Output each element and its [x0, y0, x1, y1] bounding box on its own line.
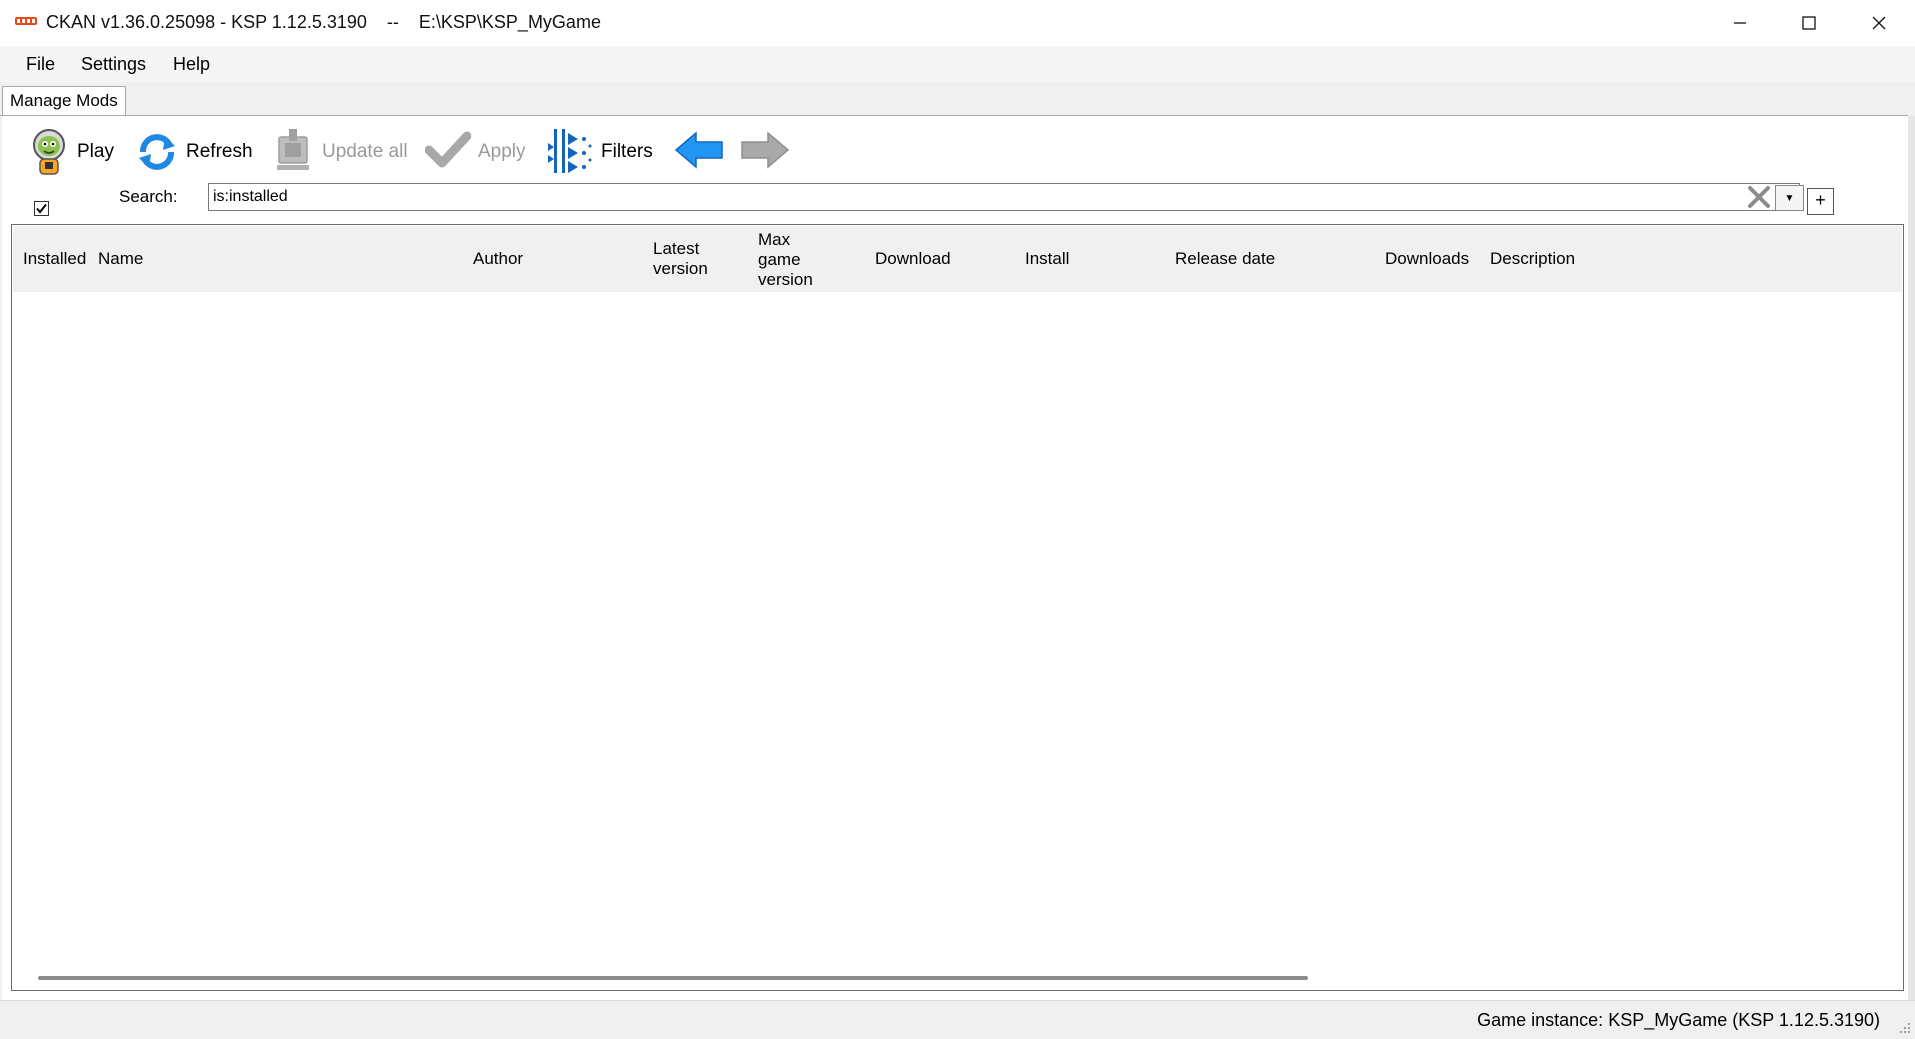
refresh-icon: [139, 134, 175, 170]
search-dropdown-button[interactable]: ▼: [1775, 185, 1804, 211]
tab-manage-mods-label: Manage Mods: [10, 91, 118, 110]
column-header-release-date[interactable]: Release date: [1175, 249, 1275, 269]
apply-label: Apply: [478, 141, 526, 162]
status-game-instance: Game instance: KSP_MyGame (KSP 1.12.5.31…: [1477, 1010, 1880, 1030]
column-header-name[interactable]: Name: [98, 249, 143, 269]
arrow-forward-icon[interactable]: [740, 130, 790, 170]
menu-settings[interactable]: Settings: [81, 54, 146, 75]
search-label: Search:: [119, 187, 178, 206]
clear-search-icon[interactable]: [1746, 185, 1772, 209]
update-all-label: Update all: [322, 141, 408, 162]
column-header-latest-version[interactable]: Latest version: [653, 239, 708, 279]
column-header-downloads[interactable]: Downloads: [1385, 249, 1469, 269]
column-header-description[interactable]: Description: [1490, 249, 1575, 269]
column-header-max-game-version[interactable]: Max game version: [758, 230, 813, 290]
minimize-button[interactable]: [1706, 0, 1774, 46]
search-input[interactable]: [208, 183, 1800, 211]
plus-icon: +: [1815, 190, 1826, 210]
kerbal-icon: [33, 129, 65, 175]
window-title: CKAN v1.36.0.25098 - KSP 1.12.5.3190 -- …: [46, 12, 601, 32]
check-icon: [36, 203, 47, 214]
column-header-installed[interactable]: Installed: [23, 249, 86, 269]
maximize-icon: [1802, 16, 1816, 30]
refresh-label: Refresh: [186, 141, 253, 162]
menu-bar: [0, 46, 1915, 82]
menu-help[interactable]: Help: [173, 54, 210, 75]
checkmark-icon: [425, 131, 471, 168]
horizontal-scrollbar[interactable]: [38, 976, 1308, 980]
chevron-down-icon: ▼: [1784, 193, 1795, 204]
menu-file[interactable]: File: [26, 54, 55, 75]
minimize-icon: [1734, 22, 1746, 24]
close-icon: [1872, 16, 1886, 30]
mod-list-grid[interactable]: [11, 224, 1904, 991]
select-all-checkbox[interactable]: [34, 201, 49, 216]
maximize-button[interactable]: [1775, 0, 1843, 46]
update-all-icon: [277, 129, 309, 170]
add-search-button[interactable]: +: [1807, 188, 1834, 215]
ckan-icon: [15, 17, 37, 25]
grid-header: [13, 226, 1902, 292]
close-button[interactable]: [1845, 0, 1913, 46]
filters-icon: [548, 129, 592, 173]
column-header-download[interactable]: Download: [875, 249, 951, 269]
window-edge: [1908, 116, 1915, 1000]
play-label: Play: [77, 141, 114, 162]
resize-grip-icon[interactable]: [1897, 1020, 1911, 1034]
filters-label: Filters: [601, 141, 653, 162]
column-header-author[interactable]: Author: [473, 249, 523, 269]
column-header-install[interactable]: Install: [1025, 249, 1069, 269]
arrow-back-icon[interactable]: [674, 130, 724, 170]
